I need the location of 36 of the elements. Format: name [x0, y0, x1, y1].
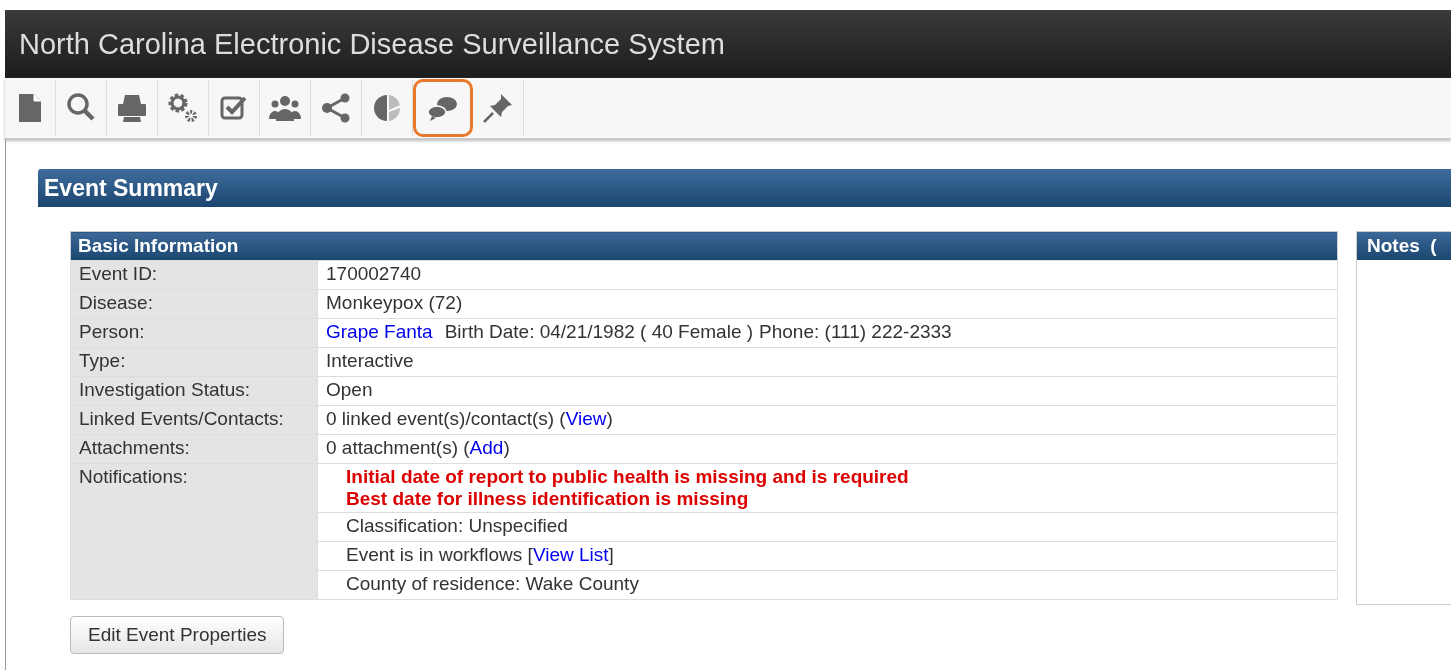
field-value: Open	[326, 379, 373, 401]
field-label: Investigation Status:	[70, 376, 318, 406]
link[interactable]: Add	[469, 437, 504, 459]
field-value: 0 attachment(s) (	[326, 437, 470, 459]
field-value: 170002740	[326, 263, 422, 285]
field-value: Phone: (111) 222-2333	[759, 321, 952, 343]
edit-event-properties-button[interactable]: Edit Event Properties	[70, 616, 285, 654]
notes-title: Notes (	[1367, 235, 1437, 257]
error-message: Initial date of report to public health is missing and is required	[346, 466, 909, 488]
field-label: Linked Events/Contacts:	[70, 405, 318, 435]
field-label: Event ID:	[70, 260, 318, 290]
field-value: )	[503, 437, 510, 459]
field-value: )	[606, 408, 613, 430]
section-title: Event Summary	[44, 174, 218, 202]
table-header: Basic Information	[70, 231, 1338, 261]
link[interactable]: View List	[532, 544, 609, 566]
app-title: North Carolina Electronic Disease Surveillance System	[19, 27, 725, 61]
field-value: Interactive	[326, 350, 414, 372]
field-value: County of residence: Wake County	[346, 573, 639, 595]
field-label: Attachments:	[70, 434, 318, 464]
pin-icon	[481, 91, 515, 125]
field-label: Disease:	[70, 289, 318, 319]
field-value: ]	[608, 544, 614, 566]
settings-icon	[166, 91, 200, 125]
field-value: 0 linked event(s)/contact(s) (	[326, 408, 566, 430]
link[interactable]: Grape Fanta	[326, 321, 433, 343]
field-value: Monkeypox (72)	[326, 292, 463, 314]
field-label: Person:	[70, 318, 318, 348]
link[interactable]: View	[565, 408, 607, 430]
field-value: Event is in workflows [	[346, 544, 533, 566]
field-label: Notifications:	[70, 463, 318, 600]
field-label: Type:	[70, 347, 318, 377]
field-value: Classification: Unspecified	[346, 515, 568, 537]
error-message: Best date for illness identification is missing	[346, 488, 749, 510]
field-value: Birth Date: 04/21/1982 ( 40 Female )	[444, 321, 754, 343]
toolbar-button[interactable]	[413, 79, 473, 137]
